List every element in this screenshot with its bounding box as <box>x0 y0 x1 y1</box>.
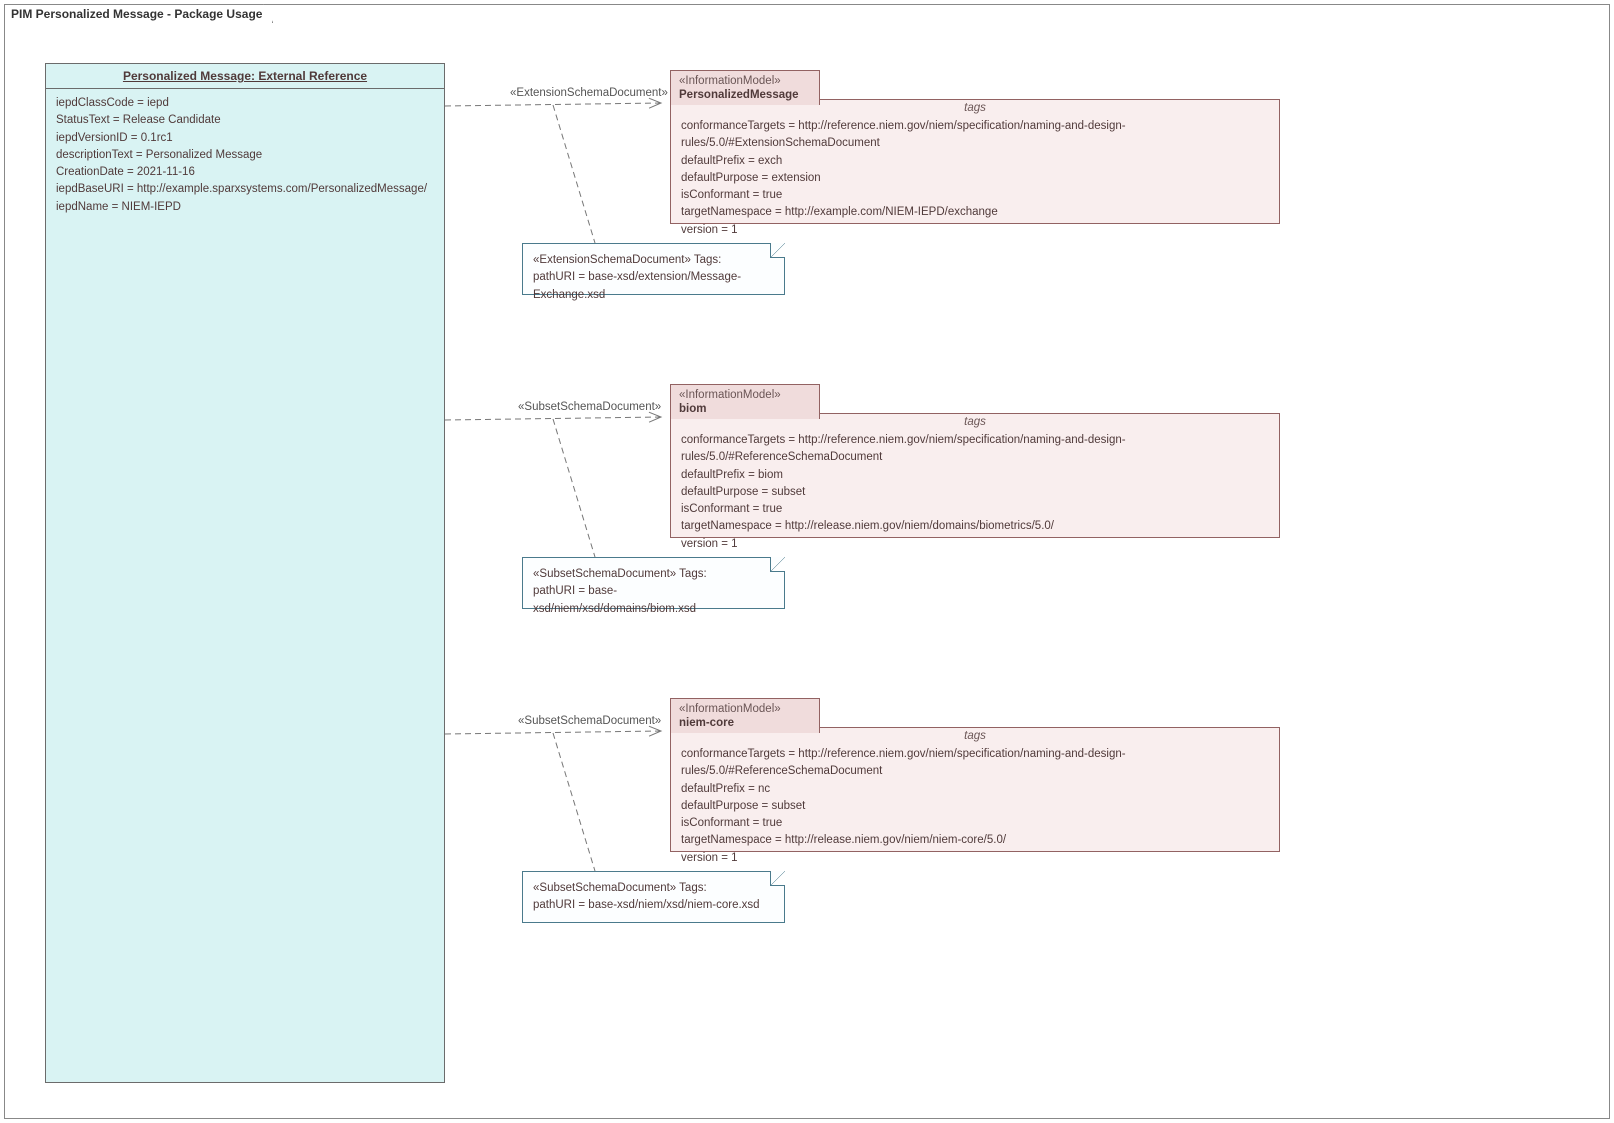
note-line: pathURI = base-xsd/niem/xsd/domains/biom… <box>533 583 774 618</box>
diagram-title: PIM Personalized Message - Package Usage <box>4 4 273 23</box>
package-tag: targetNamespace = http://example.com/NIE… <box>681 204 1269 221</box>
package-body: conformanceTargets = http://reference.ni… <box>671 430 1279 561</box>
package-tag: defaultPrefix = nc <box>681 781 1269 798</box>
package-tag: isConformant = true <box>681 815 1269 832</box>
note-line: pathURI = base-xsd/extension/Message-Exc… <box>533 269 774 304</box>
package-tag: version = 1 <box>681 222 1269 239</box>
package-tag: targetNamespace = http://release.niem.go… <box>681 518 1269 535</box>
ext-prop: iepdBaseURI = http://example.sparxsystem… <box>56 181 434 198</box>
package-tag: isConformant = true <box>681 187 1269 204</box>
ext-prop: iepdName = NIEM-IEPD <box>56 199 434 216</box>
package-stereotype: «InformationModel» <box>679 74 811 88</box>
note-subset-biom-tags[interactable]: «SubsetSchemaDocument» Tags: pathURI = b… <box>522 557 785 609</box>
diagram-frame: PIM Personalized Message - Package Usage… <box>4 4 1610 1119</box>
package-biom[interactable]: «InformationModel» biom tags conformance… <box>670 413 1280 538</box>
external-reference-box[interactable]: Personalized Message: External Reference… <box>45 63 445 1083</box>
package-niem-core[interactable]: «InformationModel» niem-core tags confor… <box>670 727 1280 852</box>
package-tag: defaultPurpose = subset <box>681 484 1269 501</box>
package-stereotype: «InformationModel» <box>679 388 811 402</box>
package-tab: «InformationModel» PersonalizedMessage <box>670 70 820 105</box>
package-tag: conformanceTargets = http://reference.ni… <box>681 432 1269 467</box>
note-title: «SubsetSchemaDocument» Tags: <box>533 880 774 897</box>
note-title: «SubsetSchemaDocument» Tags: <box>533 566 774 583</box>
package-tag: targetNamespace = http://release.niem.go… <box>681 832 1269 849</box>
connector-label: «ExtensionSchemaDocument» <box>510 87 668 99</box>
package-tag: defaultPurpose = extension <box>681 170 1269 187</box>
external-reference-header: Personalized Message: External Reference <box>46 64 444 89</box>
connector-label: «SubsetSchemaDocument» <box>518 715 661 727</box>
note-extension-tags[interactable]: «ExtensionSchemaDocument» Tags: pathURI … <box>522 243 785 295</box>
package-stereotype: «InformationModel» <box>679 702 811 716</box>
external-reference-body: iepdClassCode = iepd StatusText = Releas… <box>46 89 444 222</box>
ext-prop: iepdVersionID = 0.1rc1 <box>56 130 434 147</box>
package-personalized-message[interactable]: «InformationModel» PersonalizedMessage t… <box>670 99 1280 224</box>
connector-label: «SubsetSchemaDocument» <box>518 401 661 413</box>
package-tag: version = 1 <box>681 850 1269 867</box>
package-tag: defaultPrefix = biom <box>681 467 1269 484</box>
package-body: conformanceTargets = http://reference.ni… <box>671 116 1279 247</box>
package-tab: «InformationModel» niem-core <box>670 698 820 733</box>
diagram-canvas: Personalized Message: External Reference… <box>5 23 1609 1118</box>
package-tag: conformanceTargets = http://reference.ni… <box>681 118 1269 153</box>
diagram-title-text: PIM Personalized Message - Package Usage <box>11 7 262 21</box>
package-name: PersonalizedMessage <box>679 88 811 102</box>
ext-prop: iepdClassCode = iepd <box>56 95 434 112</box>
package-tag: defaultPrefix = exch <box>681 153 1269 170</box>
ext-prop: descriptionText = Personalized Message <box>56 147 434 164</box>
note-line: pathURI = base-xsd/niem/xsd/niem-core.xs… <box>533 897 774 914</box>
note-subset-niemcore-tags[interactable]: «SubsetSchemaDocument» Tags: pathURI = b… <box>522 871 785 923</box>
package-name: biom <box>679 402 811 416</box>
package-tag: conformanceTargets = http://reference.ni… <box>681 746 1269 781</box>
package-tag: defaultPurpose = subset <box>681 798 1269 815</box>
package-name: niem-core <box>679 716 811 730</box>
ext-prop: StatusText = Release Candidate <box>56 112 434 129</box>
ext-prop: CreationDate = 2021-11-16 <box>56 164 434 181</box>
note-title: «ExtensionSchemaDocument» Tags: <box>533 252 774 269</box>
package-tag: version = 1 <box>681 536 1269 553</box>
package-body: conformanceTargets = http://reference.ni… <box>671 744 1279 875</box>
package-tag: isConformant = true <box>681 501 1269 518</box>
package-tab: «InformationModel» biom <box>670 384 820 419</box>
